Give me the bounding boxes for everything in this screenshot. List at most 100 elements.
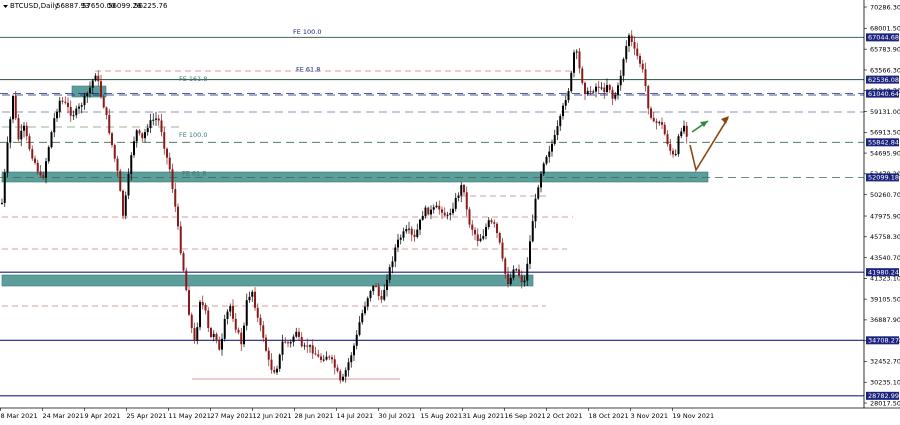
candle-body: [182, 253, 185, 271]
fe-label: FE 100.0: [293, 28, 322, 36]
candle-body: [256, 307, 259, 318]
candle-body: [124, 195, 127, 216]
price-box: 61040.64: [866, 89, 899, 98]
candle-body: [342, 376, 344, 381]
candle-body: [655, 121, 658, 123]
y-tick-label: 68001.50: [870, 25, 900, 33]
candle-body: [364, 306, 366, 314]
candle-body: [152, 119, 155, 121]
y-tick-label: 43540.70: [870, 254, 900, 262]
candle-body: [240, 332, 243, 345]
candle-body: [383, 289, 386, 300]
candle-body: [25, 125, 28, 137]
candle-body: [243, 325, 245, 345]
candle-body: [144, 132, 146, 139]
candle-body: [223, 318, 226, 339]
candle-body: [196, 327, 199, 341]
candle-body: [369, 291, 372, 299]
candle-body: [218, 339, 221, 350]
candle-body: [672, 150, 674, 155]
candle-body: [677, 136, 680, 155]
candle-body: [245, 300, 248, 326]
candle-body: [592, 91, 595, 93]
candle-body: [595, 86, 597, 92]
x-tick-label: 27 May 2021: [211, 412, 253, 420]
candle-body: [501, 242, 504, 259]
price-box-label: 28782.99: [868, 392, 899, 400]
candle-body: [559, 116, 562, 127]
candle-body: [276, 368, 278, 373]
candle-body: [31, 149, 34, 159]
candle-body: [97, 75, 100, 82]
candle-body: [39, 171, 42, 176]
candle-body: [529, 241, 531, 264]
candle-body: [449, 213, 452, 215]
candle-body: [633, 42, 636, 49]
price-box-label: 67044.68: [868, 34, 899, 42]
candle-body: [622, 59, 625, 76]
candle-body: [190, 314, 193, 329]
candle-body: [113, 144, 116, 159]
candle-body: [111, 133, 113, 145]
candle-body: [361, 313, 364, 323]
candle-body: [614, 94, 617, 99]
candle-body: [628, 35, 630, 47]
fe-label: FE 100.0: [179, 131, 208, 139]
candle-body: [443, 212, 446, 216]
candle-body: [75, 108, 78, 116]
candle-body: [644, 69, 647, 87]
candle-body: [625, 46, 628, 60]
candle-body: [163, 132, 166, 149]
candle-body: [72, 115, 75, 117]
candle-body: [534, 198, 537, 222]
candle-body: [17, 118, 20, 140]
x-tick-label: 2 Oct 2021: [547, 412, 583, 420]
candle-body: [391, 261, 394, 268]
candle-body: [193, 328, 196, 341]
candle-body: [556, 126, 559, 136]
candle-body: [122, 190, 124, 216]
candle-body: [680, 131, 683, 137]
candle-body: [402, 231, 405, 238]
candle-body: [204, 305, 207, 311]
candle-body: [438, 205, 441, 210]
candle-body: [573, 52, 575, 73]
price-box: 41980.24: [866, 268, 899, 276]
candle-body: [432, 207, 435, 210]
candle-body: [518, 269, 520, 276]
candle-body: [586, 90, 589, 95]
candle-body: [490, 220, 493, 223]
candle-body: [589, 90, 592, 92]
candle-body: [424, 207, 427, 216]
candle-body: [405, 229, 408, 232]
y-tick-label: 32452.70: [870, 358, 900, 366]
candle-body: [474, 229, 476, 235]
candle-body: [526, 263, 529, 281]
candle-body: [300, 337, 303, 347]
candle-body: [251, 291, 254, 297]
candle-body: [177, 206, 179, 227]
candle-body: [630, 35, 633, 43]
candle-body: [482, 236, 485, 239]
candle-body: [325, 356, 328, 360]
candle-body: [471, 224, 474, 230]
candle-body: [229, 305, 232, 312]
candle-body: [597, 86, 600, 88]
candle-body: [267, 350, 270, 360]
candle-body: [248, 296, 251, 301]
candle-body: [168, 157, 171, 170]
candle-body: [174, 189, 177, 207]
candle-body: [441, 209, 443, 213]
candle-body: [127, 173, 130, 196]
candle-body: [419, 219, 421, 230]
candle-body: [674, 154, 677, 156]
candle-body: [416, 229, 419, 237]
candle-body: [661, 122, 663, 125]
candle-body: [212, 333, 215, 337]
candle-body: [611, 89, 614, 99]
candle-body: [413, 234, 416, 237]
x-tick-label: 31 Aug 2021: [463, 412, 505, 420]
candle-body: [380, 295, 383, 300]
x-tick-label: 14 Jul 2021: [337, 412, 374, 420]
candle-body: [397, 239, 399, 248]
